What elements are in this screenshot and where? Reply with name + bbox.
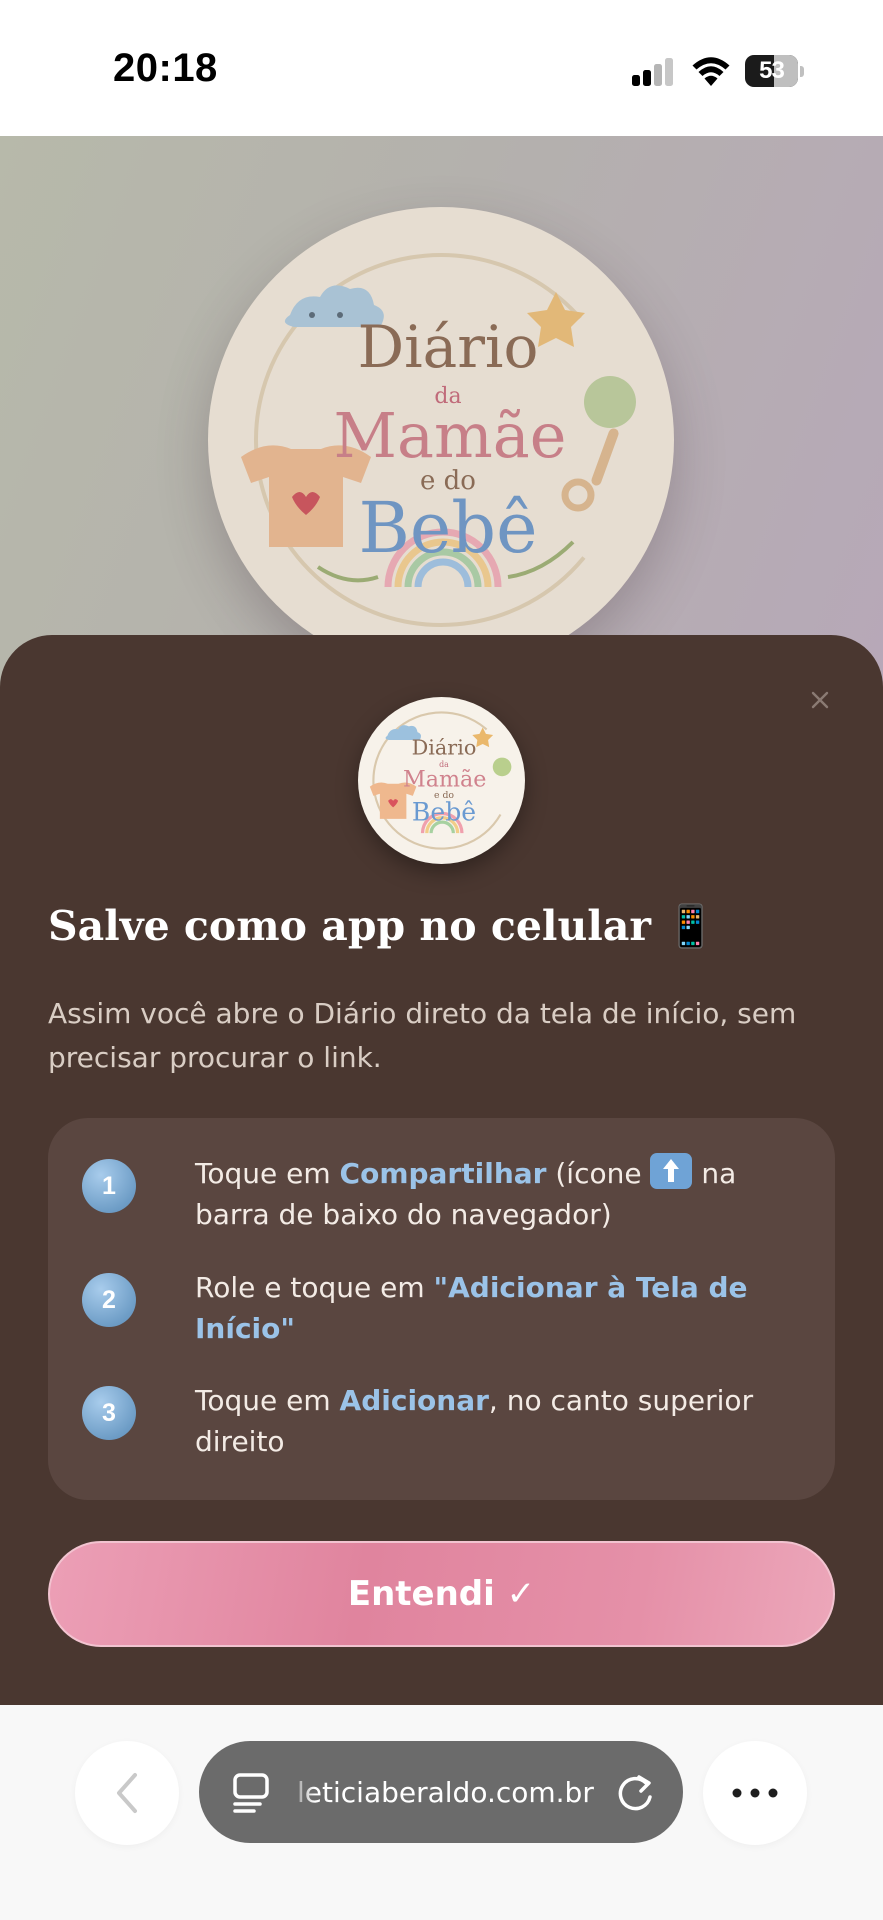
more-button[interactable] <box>703 1741 807 1845</box>
wifi-icon <box>692 57 730 86</box>
status-bar: 20:18 53 <box>0 0 883 136</box>
url-text[interactable]: leticiaberaldo.com.br <box>297 1774 597 1812</box>
more-icon[interactable] <box>732 1788 778 1798</box>
step-2: 2 Role e toque em "Adicionar à Tela de I… <box>82 1267 802 1357</box>
status-time: 20:18 <box>113 46 218 90</box>
step-highlight: Adicionar <box>339 1384 489 1417</box>
step-3: 3 Toque em Adicionar, no canto superior … <box>82 1380 802 1470</box>
phone-emoji-icon: 📱 <box>665 902 717 950</box>
background-logo: Diário da Mamãe e do Bebê <box>208 207 674 673</box>
steps-card: 1 Toque em Compartilhar (ícone na barra … <box>48 1118 835 1500</box>
battery-icon: 53 <box>745 55 804 87</box>
svg-text:Mamãe: Mamãe <box>403 767 486 793</box>
diario-logo-small-image: Diário da Mamãe e do Bebê <box>369 711 512 850</box>
share-icon <box>650 1153 693 1189</box>
back-button[interactable] <box>75 1741 179 1845</box>
svg-text:Diário: Diário <box>412 735 477 759</box>
entendi-button[interactable]: Entendi ✓ <box>48 1541 835 1647</box>
cellular-signal-icon <box>632 58 673 86</box>
diario-logo-image: Diário da Mamãe e do Bebê <box>241 253 636 627</box>
step-number: 3 <box>82 1386 136 1440</box>
sheet-subtitle: Assim você abre o Diário direto da tela … <box>48 997 797 1074</box>
step-number: 1 <box>82 1159 136 1213</box>
back-chevron-icon[interactable] <box>113 1771 141 1815</box>
svg-text:Bebê: Bebê <box>358 487 537 569</box>
step-text: Role e toque em "Adicionar à Tela de Iní… <box>195 1271 748 1345</box>
reload-icon[interactable] <box>617 1773 655 1813</box>
battery-level: 53 <box>759 57 785 84</box>
step-text: Toque em Adicionar, no canto superior di… <box>195 1384 754 1458</box>
close-icon[interactable] <box>811 691 829 709</box>
close-button[interactable] <box>800 680 840 720</box>
sheet-logo: Diário da Mamãe e do Bebê <box>358 697 525 864</box>
step-highlight: Compartilhar <box>339 1157 547 1190</box>
step-text: Toque em Compartilhar (ícone na barra de… <box>195 1153 795 1235</box>
svg-text:Bebê: Bebê <box>412 798 476 827</box>
svg-text:Diário: Diário <box>358 313 539 381</box>
svg-text:Mamãe: Mamãe <box>334 399 567 472</box>
tabs-icon[interactable] <box>232 1772 270 1814</box>
battery-cap <box>800 66 804 77</box>
step-1: 1 Toque em Compartilhar (ícone na barra … <box>82 1153 802 1243</box>
sheet-title-text: Salve como app no celular <box>48 902 652 950</box>
step-number: 2 <box>82 1273 136 1327</box>
sheet-title: Salve como app no celular 📱 <box>48 902 716 951</box>
